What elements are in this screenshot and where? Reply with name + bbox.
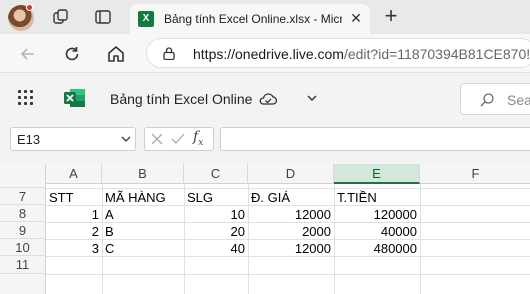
back-arrow-icon[interactable] bbox=[18, 44, 38, 64]
cell-b8[interactable]: A bbox=[105, 206, 114, 223]
select-all-corner[interactable] bbox=[0, 164, 46, 184]
refresh-icon[interactable] bbox=[62, 44, 82, 64]
cell-c8[interactable]: 10 bbox=[184, 206, 245, 223]
tab-actions-icon[interactable] bbox=[94, 8, 112, 26]
formula-actions: fx bbox=[144, 127, 214, 151]
cell-d9[interactable]: 2000 bbox=[248, 223, 331, 240]
navigation-bar: https://onedrive.live.com/edit?id=118703… bbox=[0, 34, 530, 72]
search-input[interactable]: Sear bbox=[460, 83, 530, 115]
cloud-saved-icon[interactable] bbox=[258, 91, 278, 107]
row-header-8[interactable]: 8 bbox=[0, 205, 46, 222]
row-header-12[interactable] bbox=[0, 274, 46, 294]
row-header-9[interactable]: 9 bbox=[0, 222, 46, 239]
search-icon bbox=[480, 93, 494, 107]
search-placeholder: Sear bbox=[507, 92, 530, 108]
confirm-check-icon[interactable] bbox=[171, 133, 185, 145]
excel-app-header: Bảng tính Excel Online Sear bbox=[0, 72, 530, 122]
column-header-f[interactable]: F bbox=[420, 164, 530, 184]
column-header-a[interactable]: A bbox=[46, 164, 102, 184]
excel-favicon-icon: X bbox=[138, 11, 154, 27]
cell-e9[interactable]: 40000 bbox=[334, 223, 417, 240]
column-header-b[interactable]: B bbox=[102, 164, 184, 184]
cell-d8[interactable]: 12000 bbox=[248, 206, 331, 223]
column-header-d[interactable]: D bbox=[248, 164, 334, 184]
cell-a8[interactable]: 1 bbox=[46, 206, 99, 223]
new-tab-plus-icon[interactable]: + bbox=[380, 5, 402, 28]
column-header-c[interactable]: C bbox=[184, 164, 248, 184]
chevron-down-icon[interactable] bbox=[121, 135, 131, 143]
name-box[interactable]: E13 bbox=[10, 127, 136, 151]
url-host: https://onedrive.live.com bbox=[193, 46, 344, 62]
row-header-11[interactable]: 11 bbox=[0, 256, 46, 274]
home-icon[interactable] bbox=[106, 44, 126, 64]
gridline bbox=[46, 274, 530, 275]
cell-a9[interactable]: 2 bbox=[46, 223, 99, 240]
browser-window: X Bảng tính Excel Online.xlsx - Micro ✕ … bbox=[0, 0, 530, 294]
address-bar[interactable]: https://onedrive.live.com/edit?id=118703… bbox=[146, 38, 530, 68]
column-header-e[interactable]: E bbox=[334, 164, 420, 184]
notification-dot bbox=[26, 4, 33, 11]
cell-c9[interactable]: 20 bbox=[184, 223, 245, 240]
cell-c7[interactable]: SLG bbox=[187, 189, 213, 206]
cell-e10[interactable]: 480000 bbox=[334, 240, 417, 257]
row-header-10[interactable]: 10 bbox=[0, 239, 46, 256]
tab-excel[interactable]: X Bảng tính Excel Online.xlsx - Micro ✕ bbox=[130, 4, 370, 34]
cell-a7[interactable]: STT bbox=[49, 189, 74, 206]
cancel-x-icon[interactable] bbox=[151, 133, 163, 145]
url-text: https://onedrive.live.com/edit?id=118703… bbox=[193, 46, 530, 62]
tab-close-icon[interactable]: ✕ bbox=[348, 10, 364, 26]
document-title[interactable]: Bảng tính Excel Online bbox=[110, 91, 252, 107]
cell-e7[interactable]: T.TIỀN bbox=[337, 189, 377, 206]
cell-e8[interactable]: 120000 bbox=[334, 206, 417, 223]
cell-a10[interactable]: 3 bbox=[46, 240, 99, 257]
chevron-down-icon[interactable] bbox=[306, 93, 318, 103]
tab-title: Bảng tính Excel Online.xlsx - Micro bbox=[164, 12, 342, 26]
cell-c10[interactable]: 40 bbox=[184, 240, 245, 257]
insert-function-icon[interactable]: fx bbox=[193, 129, 203, 148]
cell-d7[interactable]: Đ. GIÁ bbox=[251, 189, 290, 206]
workspaces-icon[interactable] bbox=[52, 8, 70, 26]
formula-input[interactable] bbox=[220, 127, 530, 151]
tab-strip: X Bảng tính Excel Online.xlsx - Micro ✕ … bbox=[0, 0, 530, 34]
column-header-row: A B C D E F bbox=[0, 164, 530, 184]
cell-b9[interactable]: B bbox=[105, 223, 114, 240]
row-header-7[interactable]: 7 bbox=[0, 188, 46, 205]
lock-icon[interactable] bbox=[163, 47, 175, 60]
cell-b7[interactable]: MÃ HÀNG bbox=[105, 189, 166, 206]
cell-b10[interactable]: C bbox=[105, 240, 114, 257]
url-path: /edit?id=11870394B81CE870!... bbox=[343, 46, 530, 62]
spreadsheet-grid: A B C D E F 7 8 9 10 11 STT MÃ HÀNG SLG … bbox=[0, 164, 530, 294]
app-launcher-icon[interactable] bbox=[18, 90, 34, 106]
excel-logo-icon[interactable] bbox=[64, 88, 86, 108]
formula-bar: E13 fx bbox=[0, 122, 530, 164]
cell-d10[interactable]: 12000 bbox=[248, 240, 331, 257]
name-box-value: E13 bbox=[17, 132, 41, 147]
